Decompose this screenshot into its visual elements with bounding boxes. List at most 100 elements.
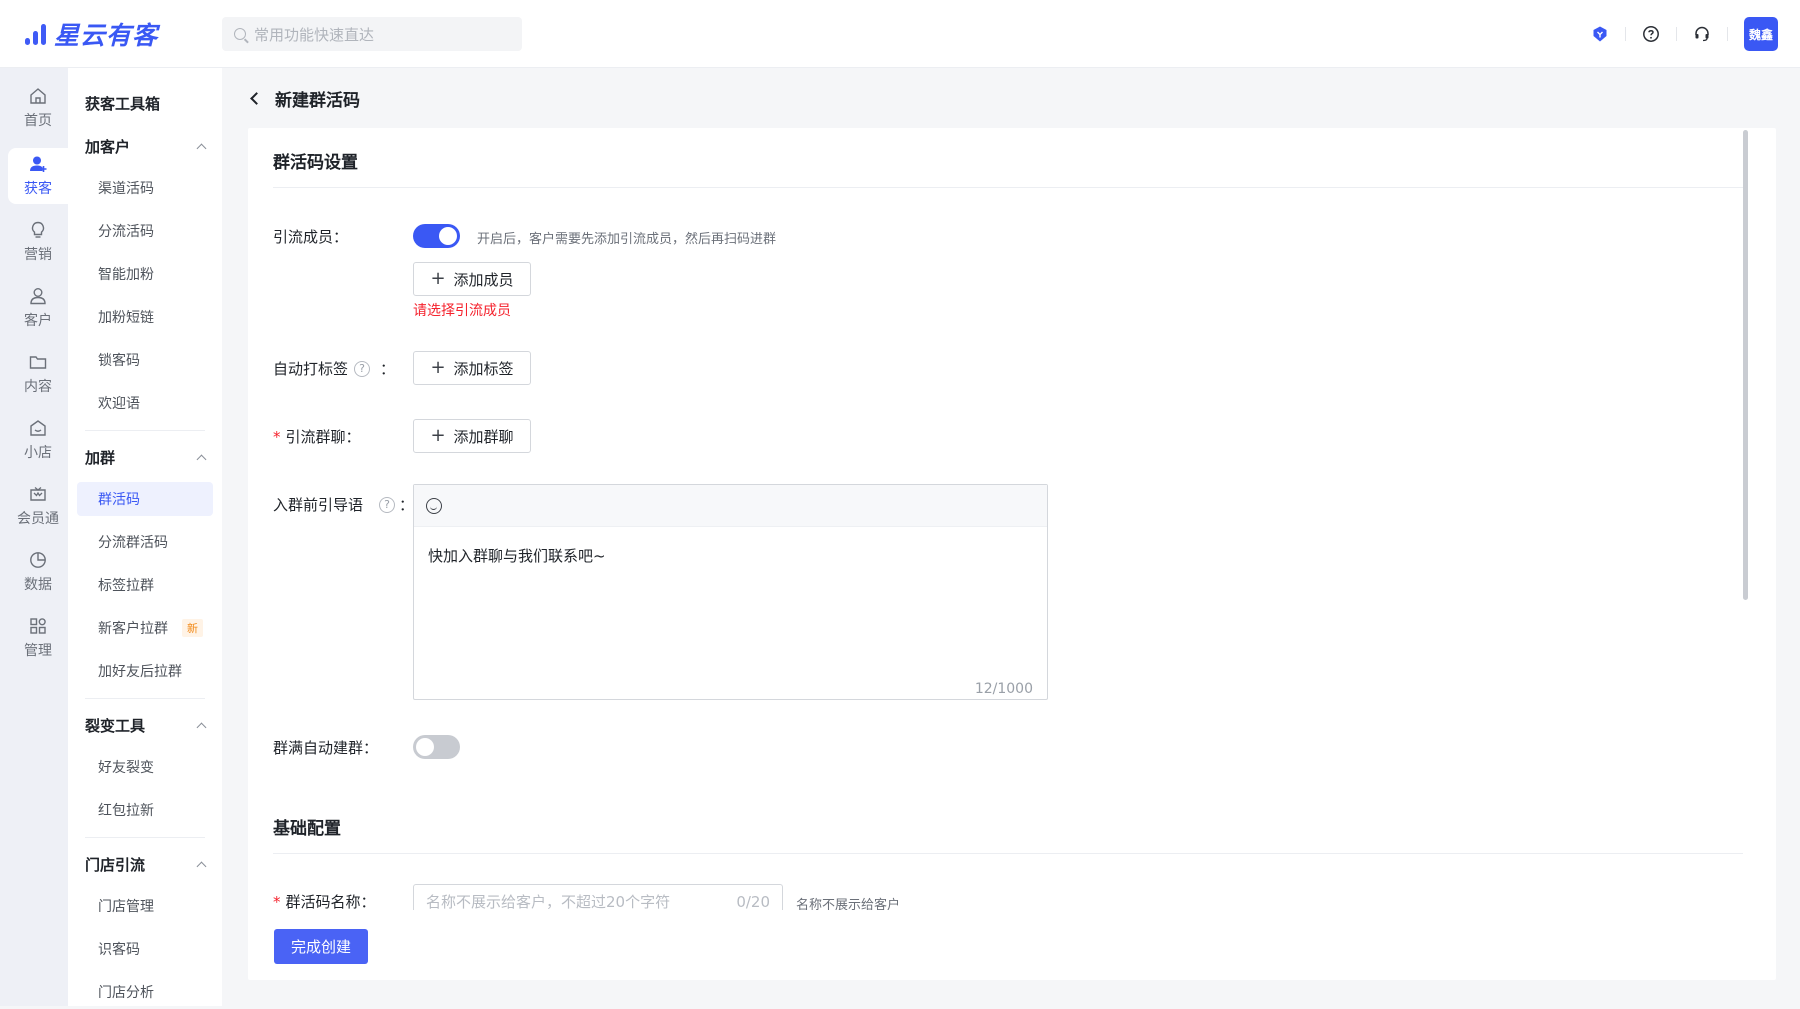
back-icon[interactable] <box>250 91 263 105</box>
lead-group-label: * 引流群聊： <box>273 426 361 447</box>
guide-char-count: 12/1000 <box>974 681 1033 697</box>
lead-member-toggle[interactable] <box>413 224 460 248</box>
form-card: 群活码设置 引流成员： 开启后，客户需要先添加引流成员，然后再扫码进群 + 添加成… <box>248 128 1776 980</box>
sub-item-lock-code[interactable]: 锁客码 <box>77 343 213 377</box>
submit-button[interactable]: 完成创建 <box>274 929 368 964</box>
group-title: 加客户 <box>85 138 131 156</box>
add-member-button[interactable]: + 添加成员 <box>413 262 531 296</box>
sub-item-welcome[interactable]: 欢迎语 <box>77 386 213 420</box>
rail-item-data[interactable]: 数据 <box>8 544 68 600</box>
rail-item-shop[interactable]: 小店 <box>8 412 68 468</box>
group-divider <box>85 698 205 699</box>
button-label: 添加成员 <box>453 270 514 289</box>
auto-create-label: 群满自动建群： <box>273 739 379 757</box>
sub-item-recognize-code[interactable]: 识客码 <box>77 932 213 966</box>
group-divider <box>85 430 205 431</box>
group-header-add-group[interactable]: 加群 <box>85 447 207 468</box>
sub-item-tag-pull[interactable]: 标签拉群 <box>77 568 213 602</box>
section-title-basic: 基础配置 <box>273 819 341 839</box>
chevron-up-icon <box>196 722 207 733</box>
group-header-store[interactable]: 门店引流 <box>85 854 207 875</box>
toolbar-divider <box>1727 27 1728 41</box>
lead-member-hint: 开启后，客户需要先添加引流成员，然后再扫码进群 <box>477 232 777 247</box>
sub-item-store-manage[interactable]: 门店管理 <box>77 889 213 923</box>
add-tag-button[interactable]: + 添加标签 <box>413 351 531 385</box>
page-header: 新建群活码 <box>248 86 360 111</box>
sub-item-new-customer-pull[interactable]: 新客户拉群 新 <box>77 611 213 645</box>
required-asterisk: * <box>273 892 281 911</box>
toolbar-divider <box>1625 27 1626 41</box>
label-colon: ： <box>399 496 415 514</box>
sub-item-store-analysis[interactable]: 门店分析 <box>77 975 213 1009</box>
label-text: 群活码名称： <box>285 893 376 911</box>
help-icon[interactable]: ? <box>354 360 371 377</box>
group-title: 加群 <box>85 449 116 467</box>
home-icon <box>30 88 46 104</box>
group-header-add-customer[interactable]: 加客户 <box>85 136 207 157</box>
rail-item-marketing[interactable]: 营销 <box>8 214 68 270</box>
search-icon <box>234 28 246 40</box>
help-icon[interactable] <box>1642 25 1660 43</box>
group-divider <box>85 837 205 838</box>
user-add-icon <box>30 156 47 172</box>
sub-item-friend-fission[interactable]: 好友裂变 <box>77 750 213 784</box>
sub-item-smart-add[interactable]: 智能加粉 <box>77 257 213 291</box>
rail-item-acquire[interactable]: 获客 <box>8 148 68 204</box>
guide-text: 快加入群聊与我们联系吧~ <box>428 547 606 565</box>
rail-label: 客户 <box>24 313 52 329</box>
user-icon <box>30 288 46 305</box>
rail-item-content[interactable]: 内容 <box>8 346 68 402</box>
logo-text: 星云有客 <box>54 21 159 50</box>
headset-icon[interactable] <box>1693 25 1711 43</box>
auto-create-toggle[interactable] <box>413 735 460 759</box>
sub-item-redpacket[interactable]: 红包拉新 <box>77 793 213 827</box>
rail-label: 营销 <box>24 247 52 263</box>
avatar[interactable]: 魏鑫 <box>1744 17 1778 51</box>
pie-icon <box>30 552 46 568</box>
search-input[interactable]: 常用功能快速直达 <box>222 17 522 51</box>
top-bar: 星云有客 常用功能快速直达 魏鑫 <box>0 0 1800 68</box>
chevron-up-icon <box>196 143 207 154</box>
logo-mark-icon <box>22 20 50 48</box>
rail-item-membership[interactable]: 会员通 <box>8 478 68 534</box>
plus-icon: + <box>430 357 446 378</box>
subnav-title: 获客工具箱 <box>85 95 161 113</box>
emoji-icon[interactable] <box>426 497 442 514</box>
rail-label: 首页 <box>24 113 52 129</box>
rail-item-customer[interactable]: 客户 <box>8 280 68 336</box>
rail-label: 小店 <box>24 445 52 461</box>
app-logo[interactable]: 星云有客 <box>22 18 158 50</box>
required-asterisk: * <box>273 427 281 446</box>
group-header-fission[interactable]: 裂变工具 <box>85 715 207 736</box>
group-title: 门店引流 <box>85 856 146 874</box>
label-text: 入群前引导语 <box>273 496 364 514</box>
sub-item-split-code[interactable]: 分流活码 <box>77 214 213 248</box>
sub-item-after-friend-pull[interactable]: 加好友后拉群 <box>77 654 213 688</box>
rail-item-home[interactable]: 首页 <box>8 80 68 136</box>
add-group-button[interactable]: + 添加群聊 <box>413 419 531 453</box>
sub-item-split-group-code[interactable]: 分流群活码 <box>77 525 213 559</box>
guide-label: 入群前引导语 ? ： <box>273 494 414 515</box>
scrollbar[interactable] <box>1743 130 1748 600</box>
label-colon: ： <box>380 360 396 378</box>
search-placeholder: 常用功能快速直达 <box>254 25 375 44</box>
crown-icon <box>30 487 46 501</box>
sub-item-channel-code[interactable]: 渠道活码 <box>77 171 213 205</box>
button-label: 添加标签 <box>453 359 514 378</box>
footer-bar <box>248 910 1776 926</box>
editor-toolbar <box>414 485 1047 527</box>
sub-item-group-code[interactable]: 群活码 <box>77 482 213 516</box>
shield-icon[interactable] <box>1591 25 1609 43</box>
group-title: 裂变工具 <box>85 717 146 735</box>
sub-item-short-link[interactable]: 加粉短链 <box>77 300 213 334</box>
auto-tag-label: 自动打标签 ? ： <box>273 358 395 379</box>
label-text: 引流群聊： <box>285 428 361 446</box>
plus-icon: + <box>430 268 446 289</box>
apps-icon <box>30 618 46 634</box>
help-icon[interactable]: ? <box>379 496 396 513</box>
section-divider <box>273 187 1743 188</box>
rail-item-manage[interactable]: 管理 <box>8 610 68 666</box>
guide-editor[interactable]: 快加入群聊与我们联系吧~ 12/1000 <box>413 484 1048 700</box>
page-title: 新建群活码 <box>275 90 360 111</box>
sub-item-label: 新客户拉群 <box>98 621 168 637</box>
